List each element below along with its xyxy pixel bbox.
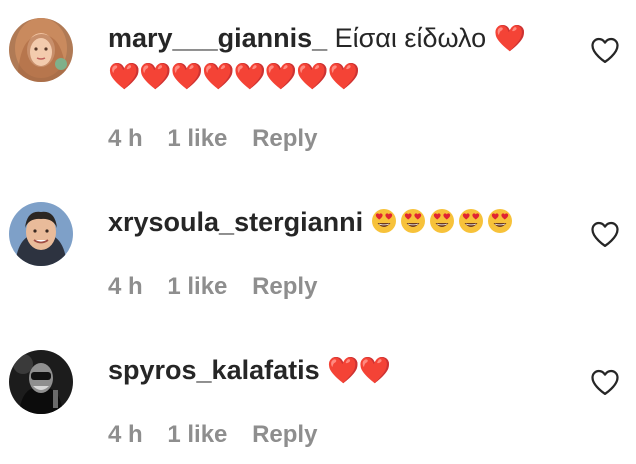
comment-time: 4 h [108,273,143,300]
comment-time: 4 h [108,421,143,448]
heart-outline-icon[interactable] [590,36,620,64]
heart-emoji: ❤️ [493,24,526,54]
comment-message: Είσαι είδωλο [334,23,487,53]
avatar[interactable] [9,18,73,82]
heart-outline-icon[interactable] [590,368,620,396]
heart-eyes-emoji-row [371,207,516,237]
heart-emoji: ❤️❤️ [327,356,391,386]
heart-emoji-row: ❤️❤️❤️❤️❤️❤️❤️❤️ [108,62,360,92]
heart-outline-icon[interactable] [590,220,620,248]
comments-list: mary___giannis_ Είσαι είδωλο ❤️ ❤️❤️❤️❤️… [0,0,636,464]
heart-eyes-emoji [400,209,425,233]
comment-time: 4 h [108,125,143,152]
heart-eyes-emoji [371,209,396,233]
comment-meta: 4 h 1 like Reply [108,273,335,301]
reply-button[interactable]: Reply [252,125,317,152]
comment-text: spyros_kalafatis ❤️❤️ [108,352,548,390]
heart-eyes-emoji [429,209,454,233]
comment-meta: 4 h 1 like Reply [108,421,335,449]
comment-likes[interactable]: 1 like [167,125,227,152]
avatar[interactable] [9,202,73,266]
avatar[interactable] [9,350,73,414]
comment-likes[interactable]: 1 like [167,273,227,300]
comment-username[interactable]: spyros_kalafatis [108,355,320,385]
heart-eyes-emoji [458,209,483,233]
reply-button[interactable]: Reply [252,421,317,448]
comment-likes[interactable]: 1 like [167,421,227,448]
heart-eyes-emoji [487,209,512,233]
comment-username[interactable]: xrysoula_stergianni [108,207,363,237]
comment-meta: 4 h 1 like Reply [108,125,335,153]
comment-text: xrysoula_stergianni [108,204,548,241]
comment-username[interactable]: mary___giannis_ [108,23,327,53]
reply-button[interactable]: Reply [252,273,317,300]
comment-text: mary___giannis_ Είσαι είδωλο ❤️ ❤️❤️❤️❤️… [108,20,548,96]
